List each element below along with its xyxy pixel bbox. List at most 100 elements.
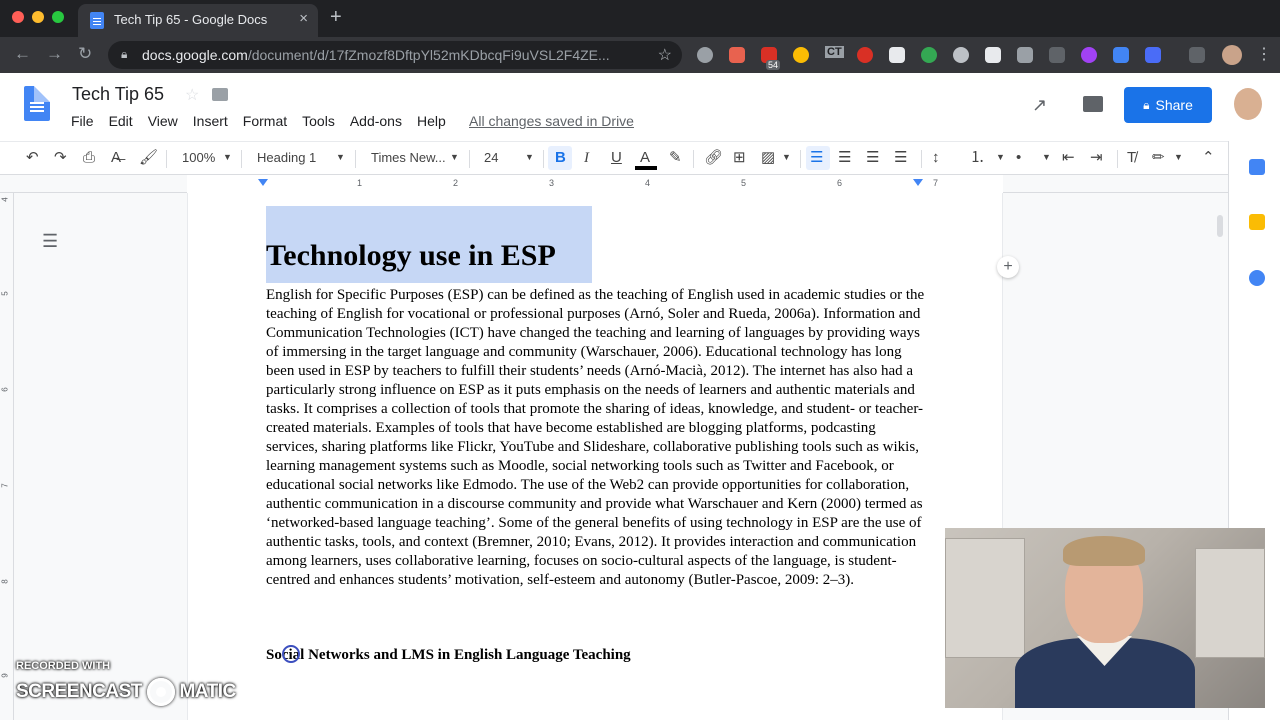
bulleted-list-caret-icon[interactable]: ▼ (1042, 152, 1051, 162)
move-folder-icon[interactable] (212, 88, 228, 101)
left-indent-marker[interactable] (258, 179, 268, 186)
add-comment-button[interactable]: + (997, 256, 1019, 278)
text-color-button[interactable]: A (640, 149, 650, 167)
align-center-icon[interactable]: ☰ (838, 149, 851, 167)
font-caret-icon[interactable]: ▼ (450, 152, 459, 162)
palette-extension-icon[interactable] (1081, 47, 1097, 63)
star-document-icon[interactable]: ☆ (185, 85, 199, 105)
style-caret-icon[interactable]: ▼ (336, 152, 345, 162)
numbered-list-caret-icon[interactable]: ▼ (996, 152, 1005, 162)
ruler-page-area: 1 2 3 4 5 6 7 (187, 175, 1003, 193)
justify-icon[interactable]: ☰ (894, 149, 907, 167)
document-outline-icon[interactable]: ☰ (42, 231, 62, 251)
browser-menu-icon[interactable]: ⋮ (1256, 44, 1272, 64)
editing-mode-caret-icon[interactable]: ▼ (1174, 152, 1183, 162)
zoom-extension-icon[interactable] (1145, 47, 1161, 63)
document-page[interactable]: Technology use in ESP English for Specif… (187, 193, 1003, 720)
bookmark-star-icon[interactable]: ☆ (658, 45, 672, 65)
tab-close-icon[interactable]: × (299, 10, 308, 27)
activity-trend-icon[interactable]: ↗ (1032, 95, 1047, 116)
zoom-caret-icon[interactable]: ▼ (223, 152, 232, 162)
bulleted-list-icon[interactable]: • (1016, 149, 1021, 167)
chart-extension-icon[interactable] (1113, 47, 1129, 63)
paint-format-icon[interactable]: 🖌︎ (139, 149, 158, 167)
minimize-window-button[interactable] (32, 11, 44, 23)
line-spacing-icon[interactable]: ↕ (932, 149, 940, 167)
right-indent-marker[interactable] (913, 179, 923, 186)
underline-button[interactable]: U (611, 149, 622, 167)
docs-logo-icon[interactable] (24, 86, 50, 121)
tasks-icon[interactable] (1249, 270, 1265, 286)
size-caret-icon[interactable]: ▼ (525, 152, 534, 162)
insert-link-icon[interactable]: 🔗︎ (704, 149, 723, 167)
clear-formatting-icon[interactable]: T̸ (1127, 149, 1136, 167)
browser-tab[interactable]: Tech Tip 65 - Google Docs × (78, 4, 318, 37)
help-extension-icon[interactable] (697, 47, 713, 63)
forward-arrow-icon[interactable]: → (46, 44, 63, 64)
document-extension-icon[interactable] (1049, 47, 1065, 63)
redo-icon[interactable]: ↷ (54, 149, 67, 167)
save-status-link[interactable]: All changes saved in Drive (469, 113, 634, 129)
cc-extension-icon[interactable] (889, 47, 905, 63)
menu-addons[interactable]: Add-ons (350, 113, 402, 129)
menu-help[interactable]: Help (417, 113, 446, 129)
menu-insert[interactable]: Insert (193, 113, 228, 129)
calendar-icon[interactable] (1249, 159, 1265, 175)
menu-tools[interactable]: Tools (302, 113, 335, 129)
menu-file[interactable]: File (71, 113, 94, 129)
reload-icon[interactable]: ↻ (78, 44, 92, 64)
zoom-select[interactable]: 100% (182, 150, 215, 165)
document-heading[interactable]: Technology use in ESP (266, 239, 556, 273)
spellcheck-icon[interactable]: A̶ (111, 149, 121, 167)
watermark-word2: MATIC (179, 681, 236, 703)
body-paragraph[interactable]: English for Specific Purposes (ESP) can … (266, 286, 926, 590)
watermark-line1: RECORDED WITH (16, 660, 111, 672)
menu-format[interactable]: Format (243, 113, 287, 129)
font-select[interactable]: Times New... (371, 150, 446, 165)
chat-extension-icon[interactable] (985, 47, 1001, 63)
profile-avatar[interactable] (1222, 45, 1242, 65)
screenshot-extension-icon[interactable] (1017, 47, 1033, 63)
comments-icon[interactable] (1083, 96, 1103, 112)
editing-mode-icon[interactable]: ✏ (1152, 149, 1165, 167)
cast-icon[interactable] (1189, 47, 1205, 63)
share-label: Share (1155, 97, 1193, 113)
back-arrow-icon[interactable]: ← (14, 44, 31, 64)
align-left-icon[interactable]: ☰ (810, 149, 823, 167)
bold-button[interactable]: B (555, 149, 566, 167)
circle-extension-icon[interactable] (953, 47, 969, 63)
image-caret-icon[interactable]: ▼ (782, 152, 791, 162)
font-size-select[interactable]: 24 (484, 150, 498, 165)
color-extension-icon[interactable] (793, 47, 809, 63)
decrease-indent-icon[interactable]: ⇤ (1062, 149, 1075, 167)
align-right-icon[interactable]: ☰ (866, 149, 879, 167)
section-subheading[interactable]: Social Networks and LMS in English Langu… (266, 647, 631, 664)
close-window-button[interactable] (12, 11, 24, 23)
ct-extension-icon[interactable]: CT (825, 46, 844, 58)
extension-badge: 54 (766, 60, 781, 70)
keep-icon[interactable] (1249, 214, 1265, 230)
document-title[interactable]: Tech Tip 65 (72, 84, 164, 105)
toolbar-divider (166, 150, 167, 168)
lastpass-extension-icon[interactable] (857, 47, 873, 63)
highlight-color-icon[interactable]: ✎ (669, 149, 682, 167)
menu-view[interactable]: View (148, 113, 178, 129)
video-extension-icon[interactable] (729, 47, 745, 63)
numbered-list-icon[interactable]: ⒈ (970, 149, 985, 167)
share-button[interactable]: 🔒︎ Share (1124, 87, 1212, 123)
insert-image-icon[interactable]: ▨ (761, 149, 775, 167)
increase-indent-icon[interactable]: ⇥ (1090, 149, 1103, 167)
italic-button[interactable]: I (584, 149, 589, 167)
add-comment-icon[interactable]: ⊞ (733, 149, 746, 167)
collapse-toolbar-icon[interactable]: ⌃ (1202, 149, 1215, 167)
print-icon[interactable]: ⎙ (83, 149, 95, 167)
address-bar[interactable]: 🔒︎ docs.google.com/document/d/17fZmozf8D… (108, 41, 682, 69)
grammarly-extension-icon[interactable] (921, 47, 937, 63)
scrollbar-thumb[interactable] (1217, 215, 1223, 237)
undo-icon[interactable]: ↶ (26, 149, 39, 167)
menu-edit[interactable]: Edit (109, 113, 133, 129)
maximize-window-button[interactable] (52, 11, 64, 23)
paragraph-style-select[interactable]: Heading 1 (257, 150, 316, 165)
new-tab-button[interactable]: + (330, 6, 342, 29)
account-avatar[interactable] (1234, 88, 1262, 120)
